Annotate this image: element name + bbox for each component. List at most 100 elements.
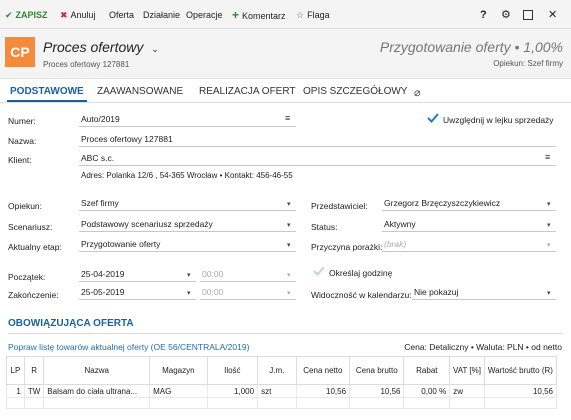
plus-icon: + <box>232 8 240 22</box>
window-close-icon[interactable]: ✕ <box>548 8 557 22</box>
chevron-down-icon[interactable]: ⌄ <box>151 44 159 54</box>
record-subtitle: Proces ofertowy 127881 <box>43 60 130 69</box>
section-divider <box>8 333 563 334</box>
help-button[interactable]: ? <box>480 8 487 22</box>
etap-select[interactable]: Przygotowanie oferty <box>79 238 296 252</box>
cell-cena-netto: 10,56 <box>295 384 351 398</box>
opiekun-label: Opiekun: <box>8 201 43 211</box>
tab-zaawansowane[interactable]: ZAAWANSOWANE <box>97 86 183 97</box>
poczatek-date[interactable]: 25-04-2019 <box>79 268 196 282</box>
col-lp[interactable]: LP <box>6 356 25 385</box>
comment-button[interactable]: + Komentarz <box>232 8 286 22</box>
scenariusz-label: Scenariusz: <box>8 222 53 232</box>
poczatek-time[interactable]: 00:00 <box>200 268 296 282</box>
col-wartosc-brutto[interactable]: Wartość brutto (R) <box>483 356 558 385</box>
chevron-down-icon: ▾ <box>187 272 191 279</box>
chevron-down-icon: ▾ <box>287 290 291 297</box>
menu-icon[interactable]: ≡ <box>285 113 290 123</box>
col-magazyn[interactable]: Magazyn <box>149 356 208 385</box>
numer-field[interactable]: Auto/2019 <box>79 113 296 127</box>
client-address: Adres: Polanka 12/6 , 54-365 Wrocław • K… <box>81 171 293 180</box>
offer-items-table: LP R Nazwa Magazyn Ilość J.m. Cena netto… <box>6 356 558 409</box>
widocznosc-label: Widoczność w kalendarzu: <box>311 290 412 300</box>
tab-opis-szczegolowy[interactable]: OPIS SZCZEGÓŁOWY <box>303 86 407 97</box>
owner-summary: Opiekun: Szef firmy <box>493 59 563 68</box>
status-select[interactable]: Aktywny <box>382 218 556 232</box>
porazka-select[interactable]: (brak) <box>382 238 556 252</box>
lejek-checkbox[interactable] <box>427 112 439 124</box>
settings-gear-icon[interactable]: ⚙ <box>501 8 511 22</box>
klient-field[interactable]: ABC s.c. <box>79 152 556 166</box>
tab-realizacja-ofert[interactable]: REALIZACJA OFERT <box>199 86 296 97</box>
opiekun-select[interactable]: Szef firmy <box>79 197 296 211</box>
flag-button[interactable]: ☆ Flaga <box>296 8 330 22</box>
zakonczenie-label: Zakończenie: <box>8 290 59 300</box>
maximize-icon[interactable] <box>523 8 533 22</box>
record-type-badge: CP <box>5 37 35 67</box>
nazwa-field[interactable]: Proces ofertowy 127881 <box>79 133 556 147</box>
record-title[interactable]: Proces ofertowy ⌄ <box>43 39 159 55</box>
table-row[interactable]: 1 TW Balsam do ciała ultrana... MAG 1,00… <box>6 384 558 398</box>
cell-rabat: 0,00 % <box>403 384 451 398</box>
chevron-down-icon: ▾ <box>547 201 551 208</box>
table-row-empty <box>6 397 558 409</box>
chevron-down-icon: ▾ <box>287 272 291 279</box>
przedstawiciel-select[interactable]: Grzegorz Brzęczyszczykiewicz <box>382 197 556 211</box>
col-cena-brutto[interactable]: Cena brutto <box>349 356 405 385</box>
cell-magazyn: MAG <box>149 384 208 398</box>
chevron-down-icon: ▾ <box>287 201 291 208</box>
chevron-down-icon: ▾ <box>547 222 551 229</box>
col-nazwa[interactable]: Nazwa <box>43 356 151 385</box>
etap-label: Aktualny etap: <box>8 242 62 252</box>
widocznosc-select[interactable]: Nie pokazuj <box>412 286 556 300</box>
star-icon: ☆ <box>296 10 305 20</box>
cell-vat: zw <box>449 384 485 398</box>
nazwa-label: Nazwa: <box>8 136 37 146</box>
cell-jm: szt <box>257 384 297 398</box>
client-menu-icon[interactable]: ≡ <box>545 152 550 162</box>
stage-progress: Przygotowanie oferty • 1,00% <box>379 39 563 55</box>
active-tab-indicator <box>7 100 87 102</box>
status-label: Status: <box>311 222 338 232</box>
record-header: CP Proces ofertowy ⌄ Proces ofertowy 127… <box>0 29 571 79</box>
chevron-down-icon: ▾ <box>287 222 291 229</box>
section-title: OBOWIĄZUJĄCA OFERTA <box>8 318 134 329</box>
zakonczenie-date[interactable]: 25-05-2019 <box>79 286 196 300</box>
numer-label: Numer: <box>8 116 36 126</box>
cell-wartosc-brutto: 10,56 <box>483 384 558 398</box>
cell-ilosc: 1,000 <box>206 384 259 398</box>
col-jm[interactable]: J.m. <box>257 356 297 385</box>
price-info: Cena: Detaliczny • Waluta: PLN • od nett… <box>404 342 562 352</box>
scenariusz-select[interactable]: Podstawowy scenariusz sprzedaży <box>79 218 296 232</box>
godzine-checkbox[interactable] <box>313 265 325 277</box>
col-rabat[interactable]: Rabat <box>403 356 451 385</box>
zakonczenie-time[interactable]: 00:00 <box>200 286 296 300</box>
cell-nazwa: Balsam do ciała ultrana... <box>43 384 151 398</box>
cell-r: TW <box>23 384 45 398</box>
action-menu[interactable]: Działanie <box>143 8 180 22</box>
operations-menu[interactable]: Operacje <box>186 8 223 22</box>
checkmark-icon: ✔ <box>5 10 13 20</box>
attachment-icon[interactable]: ⌀ <box>414 86 421 99</box>
przedstawiciel-label: Przedstawiciel: <box>311 201 368 211</box>
cell-cena-brutto: 10,56 <box>349 384 405 398</box>
table-header-row: LP R Nazwa Magazyn Ilość J.m. Cena netto… <box>6 356 558 385</box>
toolbar: ✔ ZAPISZ ✖ Anuluj Oferta Działanie Operacj… <box>0 0 571 29</box>
col-r[interactable]: R <box>23 356 45 385</box>
tab-podstawowe[interactable]: PODSTAWOWE <box>10 86 84 97</box>
edit-offer-link[interactable]: Popraw listę towarów aktualnej oferty (O… <box>8 342 249 352</box>
col-ilosc[interactable]: Ilość <box>206 356 259 385</box>
lejek-label: Uwzględnij w lejku sprzedaży <box>443 115 554 125</box>
offer-menu[interactable]: Oferta <box>109 8 134 22</box>
col-cena-netto[interactable]: Cena netto <box>295 356 351 385</box>
cell-lp: 1 <box>6 384 25 398</box>
poczatek-label: Początek: <box>8 272 46 282</box>
close-icon: ✖ <box>60 10 68 20</box>
godzine-label: Określaj godzinę <box>329 268 393 278</box>
col-vat[interactable]: VAT [%] <box>449 356 485 385</box>
chevron-down-icon: ▾ <box>187 290 191 297</box>
save-button[interactable]: ✔ ZAPISZ <box>5 8 48 22</box>
cancel-button[interactable]: ✖ Anuluj <box>60 8 96 22</box>
klient-label: Klient: <box>8 155 32 165</box>
chevron-down-icon: ▾ <box>287 242 291 249</box>
